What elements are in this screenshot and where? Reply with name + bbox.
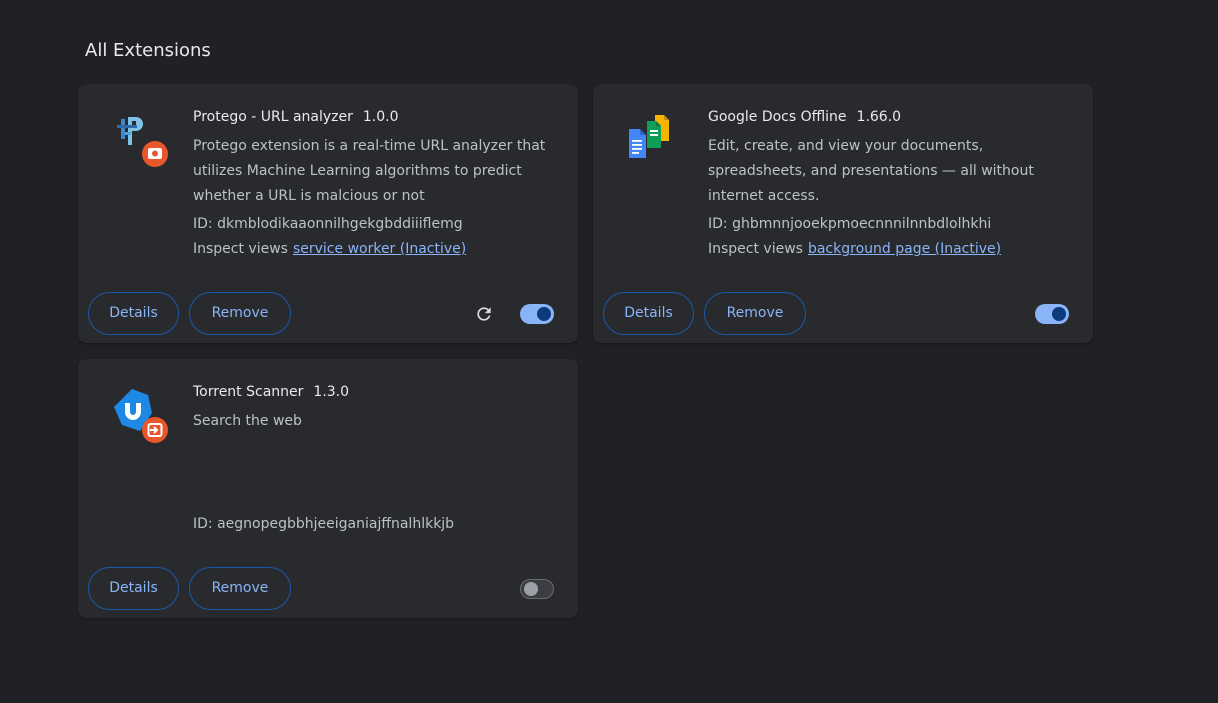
extension-name: Protego - URL analyzer bbox=[193, 109, 353, 125]
inspect-views-label: Inspect views bbox=[193, 241, 288, 257]
reload-icon[interactable] bbox=[474, 304, 494, 324]
extension-id: ID: aegnopegbbhjeeiganiajffnalhlkkjb bbox=[193, 516, 455, 532]
toggle-knob bbox=[1052, 307, 1066, 321]
google-docs-icon bbox=[627, 112, 683, 168]
inspect-views-link[interactable]: service worker (Inactive) bbox=[293, 241, 466, 257]
enable-toggle[interactable] bbox=[520, 304, 554, 324]
toggle-knob bbox=[524, 582, 538, 596]
torrent-scanner-icon bbox=[112, 387, 168, 443]
inspect-views-label: Inspect views bbox=[708, 241, 803, 257]
extension-description: Protego extension is a real-time URL ana… bbox=[193, 138, 546, 204]
enable-toggle[interactable] bbox=[1035, 304, 1069, 324]
extension-card-google-docs: Google Docs Offline 1.66.0 Edit, create, … bbox=[593, 84, 1093, 343]
details-button[interactable]: Details bbox=[603, 292, 694, 335]
enable-toggle[interactable] bbox=[520, 579, 554, 599]
extension-id: ID: dkmblodikaaonnilhgekgbddiiiflemg bbox=[193, 216, 463, 232]
remove-button[interactable]: Remove bbox=[704, 292, 806, 335]
extension-id: ID: ghbmnnjooekpmoecnnnilnnbdlolhkhi bbox=[708, 216, 992, 232]
extension-description: Edit, create, and view your documents, s… bbox=[708, 138, 1034, 204]
extension-description: Search the web bbox=[193, 413, 302, 429]
extension-card-protego: Protego - URL analyzer 1.0.0 Protego exte… bbox=[78, 84, 578, 343]
extension-name: Google Docs Offline bbox=[708, 109, 847, 125]
protego-icon bbox=[112, 112, 168, 168]
details-button[interactable]: Details bbox=[88, 567, 179, 610]
remove-button[interactable]: Remove bbox=[189, 292, 291, 335]
extension-version: 1.0.0 bbox=[362, 109, 399, 125]
section-title: All Extensions bbox=[85, 40, 211, 61]
extension-card-torrent-scanner: Torrent Scanner 1.3.0 Search the web ID: … bbox=[78, 359, 578, 618]
extension-version: 1.66.0 bbox=[856, 109, 902, 125]
toggle-knob bbox=[537, 307, 551, 321]
extension-name: Torrent Scanner bbox=[193, 384, 304, 400]
extensions-page: All Extensions Protego - URL analyzer 1.0… bbox=[0, 0, 1218, 703]
inspect-views-link[interactable]: background page (Inactive) bbox=[808, 241, 1001, 257]
remove-button[interactable]: Remove bbox=[189, 567, 291, 610]
extension-version: 1.3.0 bbox=[313, 384, 350, 400]
details-button[interactable]: Details bbox=[88, 292, 179, 335]
